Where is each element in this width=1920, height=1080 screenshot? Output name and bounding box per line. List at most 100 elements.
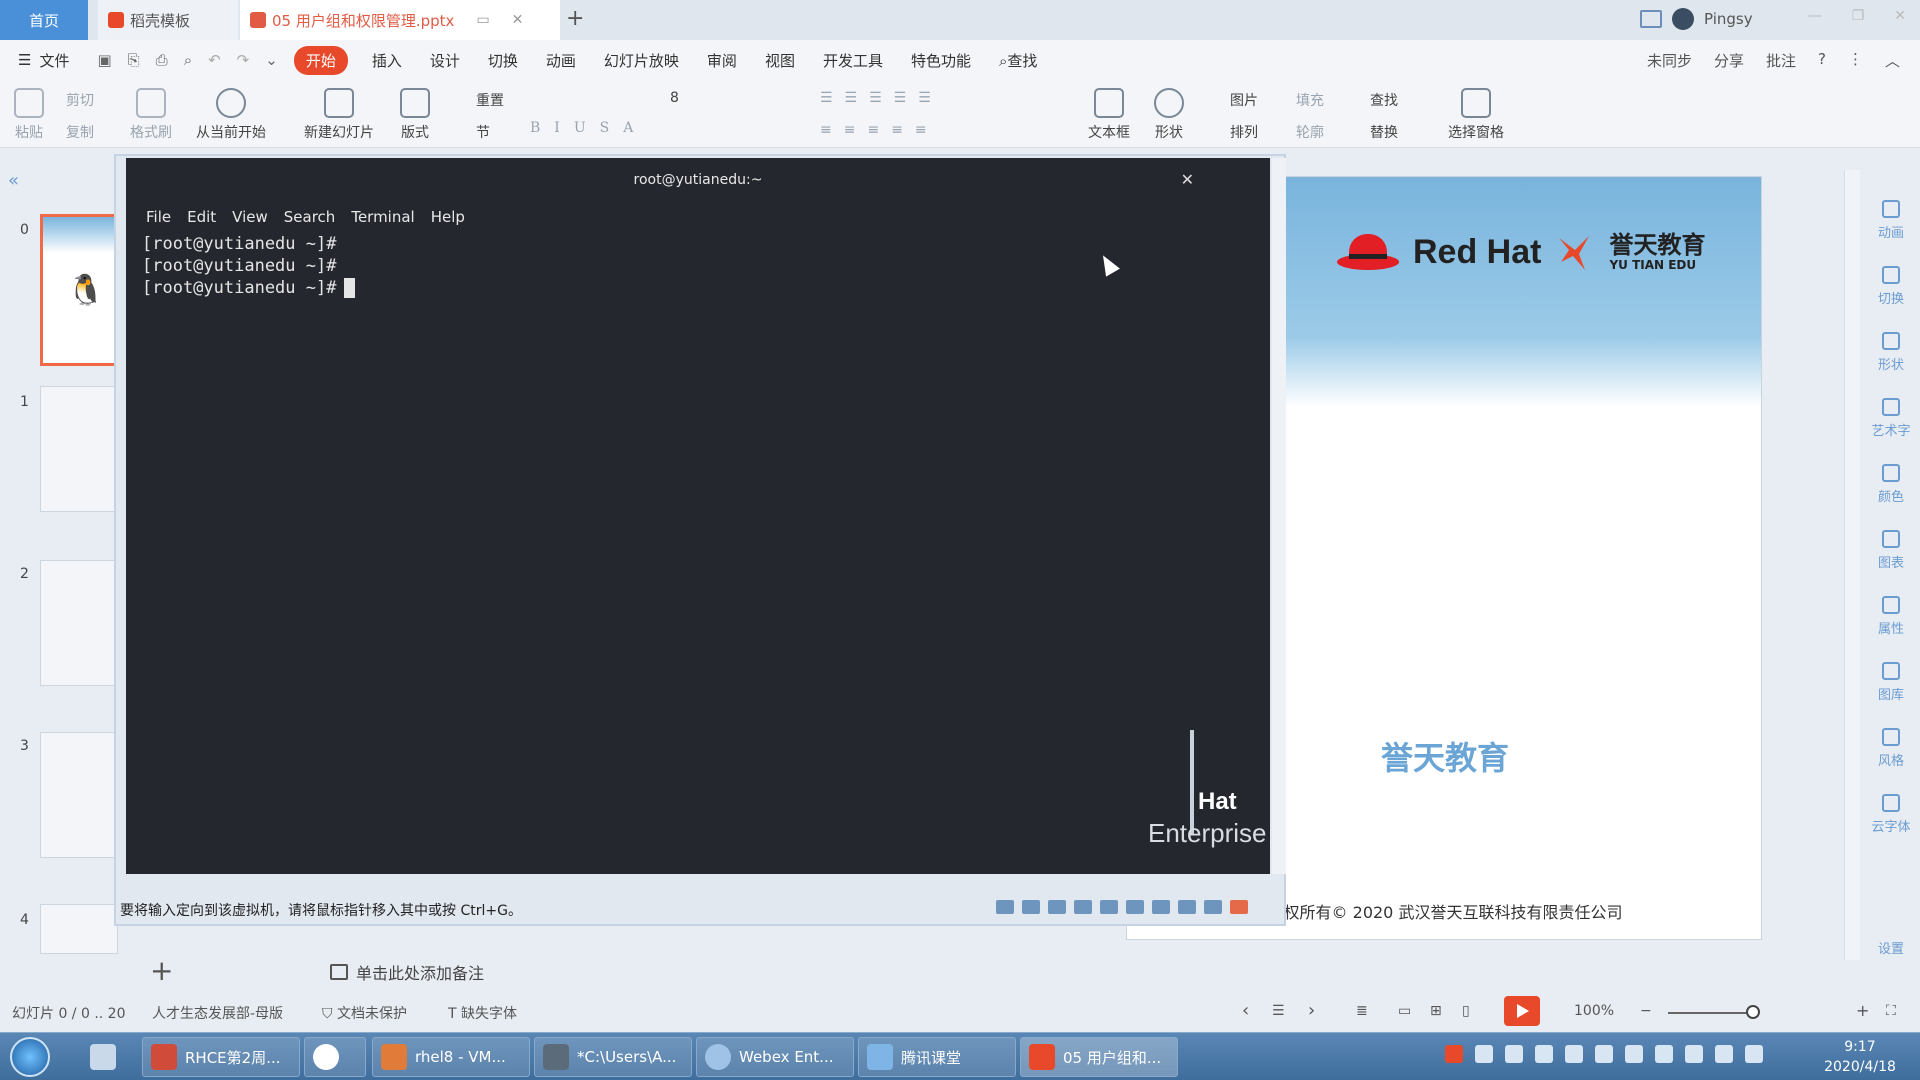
menu-developer[interactable]: 开发工具 [823, 50, 883, 71]
clock[interactable]: 9:17 2020/4/18 [1810, 1037, 1910, 1077]
comment-button[interactable]: 批注 [1766, 50, 1796, 71]
textbox-button[interactable]: 文本框 [1088, 88, 1130, 142]
terminal-line-active[interactable]: [root@yutianedu ~]# [142, 278, 356, 298]
cut-button[interactable]: 剪切 [66, 90, 94, 110]
theme-name[interactable]: 人才生态发展部-母版 [152, 1003, 283, 1023]
sound-icon[interactable] [1178, 900, 1196, 914]
network-icon[interactable] [1126, 900, 1144, 914]
hdd-icon[interactable] [1074, 900, 1092, 914]
zoom-out-icon[interactable]: − [1640, 1003, 1652, 1019]
new-slide-button[interactable]: 新建幻灯片 [304, 88, 374, 142]
shape-button[interactable]: 形状 [1154, 88, 1184, 142]
slide-thumbnail-4[interactable] [40, 904, 118, 954]
slide-thumbnail-3[interactable] [40, 732, 118, 858]
network-tray-icon[interactable] [1685, 1045, 1703, 1063]
reading-view-icon[interactable]: ▯ [1462, 1003, 1470, 1019]
menu-design[interactable]: 设计 [430, 50, 460, 71]
hdd-icon[interactable] [1048, 900, 1066, 914]
menu-start[interactable]: 开始 [293, 45, 348, 75]
usb-icon[interactable] [1152, 900, 1170, 914]
add-slide-button[interactable]: + [150, 954, 173, 987]
vm-scrollbar[interactable] [1272, 158, 1286, 874]
user-area[interactable]: Pingsy [1640, 8, 1753, 30]
more-icon[interactable]: ⌄ [265, 51, 278, 69]
panel-chart[interactable]: 图表 [1862, 530, 1920, 571]
fit-window-icon[interactable]: ⛶ [1886, 1003, 1896, 1019]
help-icon[interactable]: ? [1818, 50, 1826, 71]
start-button[interactable] [10, 1037, 50, 1077]
font-style-buttons[interactable]: BIUSA [530, 120, 647, 136]
tray-icon[interactable] [1535, 1045, 1553, 1063]
shield-tray-icon[interactable] [1505, 1045, 1523, 1063]
taskbar-item-sogou[interactable] [304, 1037, 366, 1077]
volume-tray-icon[interactable] [1715, 1045, 1733, 1063]
taskbar-item-webex[interactable]: Webex Ent... [696, 1037, 854, 1077]
collapse-ribbon-icon[interactable]: ︿ [1885, 50, 1900, 71]
panel-style[interactable]: 风格 [1862, 728, 1920, 769]
taskbar-item-vmware[interactable]: rhel8 - VM... [372, 1037, 530, 1077]
terminal-menu-search[interactable]: Search [284, 208, 336, 226]
align-tools[interactable]: ≡≡≡≡≡ [820, 122, 939, 138]
hdd-icon[interactable] [1022, 900, 1040, 914]
tray-icon[interactable] [1625, 1045, 1643, 1063]
terminal-close-icon[interactable]: ✕ [1181, 170, 1194, 189]
select-pane-button[interactable]: 选择窗格 [1448, 88, 1504, 142]
protect-status[interactable]: ⛉ 文档未保护 [322, 1003, 407, 1023]
zoom-slider-handle[interactable] [1746, 1005, 1760, 1019]
copy-button[interactable]: 复制 [66, 122, 94, 142]
tray-icon[interactable] [1595, 1045, 1613, 1063]
panel-transition[interactable]: 切换 [1862, 266, 1920, 307]
reset-button[interactable]: 重置 [476, 90, 504, 110]
taskbar-item-tencent[interactable]: 腾讯课堂 [858, 1037, 1016, 1077]
panel-settings[interactable]: 设置 [1862, 938, 1920, 957]
menu-insert[interactable]: 插入 [372, 50, 402, 71]
panel-gallery[interactable]: 图库 [1862, 662, 1920, 703]
redo-icon[interactable]: ↷ [237, 51, 250, 69]
menu-slideshow[interactable]: 幻灯片放映 [604, 50, 679, 71]
replace-button[interactable]: 替换 [1370, 122, 1398, 142]
close-icon[interactable]: ✕ [1894, 8, 1906, 24]
slide-thumbnail-1[interactable] [40, 386, 118, 512]
share-button[interactable]: 分享 [1714, 50, 1744, 71]
picture-button[interactable]: 图片 [1230, 90, 1258, 110]
tab-templates[interactable]: 稻壳模板 [98, 0, 238, 40]
close-tab-icon[interactable]: ✕ [512, 12, 524, 28]
grid-view-icon[interactable] [1640, 10, 1662, 28]
sync-status[interactable]: 未同步 [1647, 50, 1692, 71]
slide-thumbnail-2[interactable] [40, 560, 118, 686]
panel-animation[interactable]: 动画 [1862, 200, 1920, 241]
display-tray-icon[interactable] [1745, 1045, 1763, 1063]
hamburger-icon[interactable]: ☰ [18, 51, 31, 69]
format-painter-button[interactable]: 格式刷 [130, 88, 172, 142]
section-button[interactable]: 节 [476, 122, 490, 142]
new-tab-button[interactable]: + [566, 6, 584, 31]
tray-icon[interactable] [1565, 1045, 1583, 1063]
zoom-slider-track[interactable] [1668, 1012, 1752, 1014]
menu-transition[interactable]: 切换 [488, 50, 518, 71]
panel-cloud-font[interactable]: 云字体 [1862, 794, 1920, 835]
panel-color[interactable]: 颜色 [1862, 464, 1920, 505]
outline-button[interactable]: 轮廓 [1296, 122, 1324, 142]
collapse-panel-icon[interactable]: « [8, 170, 19, 191]
menu-file[interactable]: 文件 [39, 50, 69, 71]
paste-button[interactable]: 粘贴 [14, 88, 44, 142]
cdrom-icon[interactable] [1100, 900, 1118, 914]
slide-thumbnail-0[interactable]: 🐧 [40, 214, 118, 366]
sogou-tray-icon[interactable] [1445, 1045, 1463, 1063]
print-icon[interactable]: ⎙ [156, 51, 168, 69]
font-size-field[interactable]: 8 [670, 90, 679, 106]
notes-toggle-icon[interactable]: ≣ [1356, 1003, 1368, 1019]
notes-area[interactable]: 单击此处添加备注 [330, 960, 484, 984]
save-icon[interactable]: ▣ [97, 51, 111, 69]
pin-icon[interactable]: ▭ [476, 12, 489, 28]
slide-scrollbar[interactable] [1844, 170, 1860, 960]
display-icon[interactable] [1204, 900, 1222, 914]
missing-font[interactable]: T 缺失字体 [448, 1003, 517, 1023]
avatar[interactable] [1672, 8, 1694, 30]
terminal-menu-help[interactable]: Help [431, 208, 465, 226]
taskbar-item-wps[interactable]: 05 用户组和... [1020, 1037, 1178, 1077]
zoom-in-icon[interactable]: + [1856, 1001, 1869, 1020]
taskbar-item-editor[interactable]: *C:\Users\A... [534, 1037, 692, 1077]
normal-view-icon[interactable]: ▭ [1398, 1003, 1411, 1019]
undo-icon[interactable]: ↶ [208, 51, 221, 69]
